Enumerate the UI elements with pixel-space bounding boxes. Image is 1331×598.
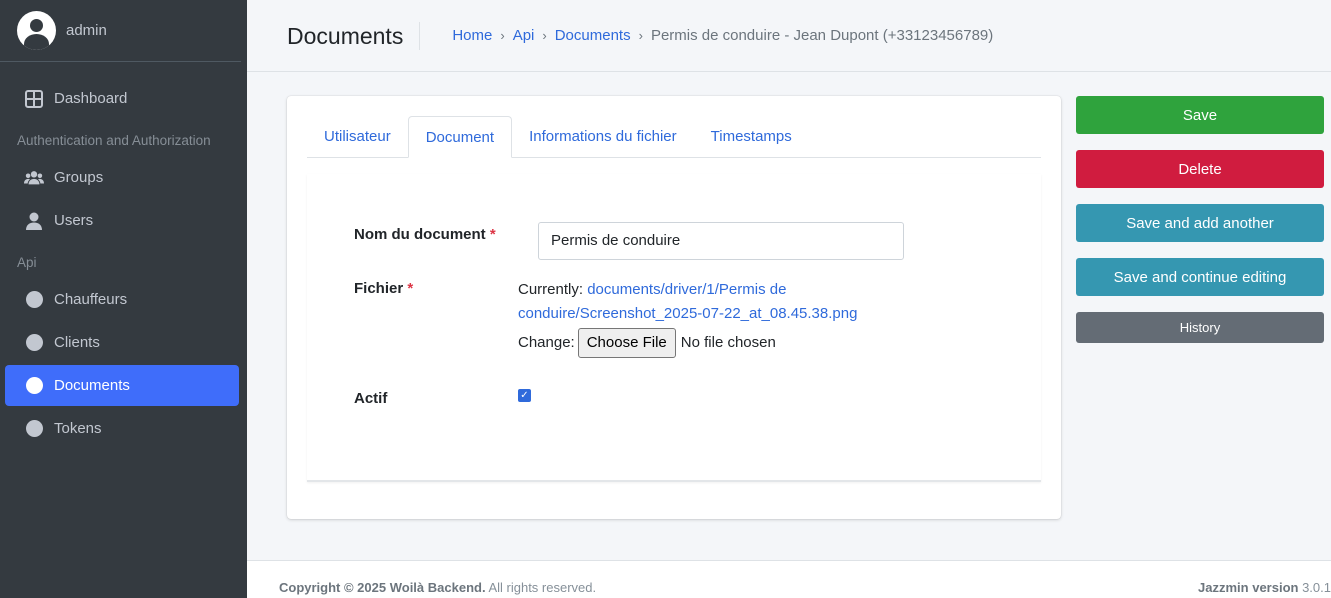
choose-file-button[interactable]: Choose File <box>577 328 676 358</box>
active-checkbox[interactable]: ✓ <box>518 389 531 402</box>
breadcrumb-separator: › <box>500 28 505 43</box>
current-file-link[interactable]: documents/driver/1/Permis de <box>587 281 786 298</box>
user-icon <box>24 211 44 231</box>
sidebar-item-label: Clients <box>54 334 100 351</box>
sidebar-item-groups[interactable]: Groups <box>5 157 239 198</box>
active-field-label: Actif <box>354 390 388 407</box>
circle-icon <box>24 419 44 439</box>
breadcrumb-separator: › <box>638 28 643 43</box>
breadcrumb-api-link[interactable]: Api <box>513 27 535 44</box>
users-group-icon <box>24 168 44 188</box>
circle-icon <box>24 333 44 353</box>
tab-timestamps[interactable]: Timestamps <box>694 116 809 158</box>
circle-icon <box>24 376 44 396</box>
footer-copyright: Copyright © 2025 Woilà Backend. All righ… <box>279 580 597 595</box>
breadcrumb: Home › Api › Documents › Permis de condu… <box>420 27 993 44</box>
sidebar-item-clients[interactable]: Clients <box>5 322 239 363</box>
sidebar-item-tokens[interactable]: Tokens <box>5 408 239 449</box>
save-button[interactable]: Save <box>1076 96 1324 134</box>
footer-version: Jazzmin version 3.0.1 <box>1198 580 1331 595</box>
sidebar-item-label: Tokens <box>54 420 102 437</box>
sidebar-item-label: Groups <box>54 169 104 186</box>
user-name: admin <box>66 22 107 39</box>
nav-header-api: Api <box>17 255 37 270</box>
dashboard-icon <box>24 89 44 109</box>
currently-label: Currently: <box>518 281 584 298</box>
breadcrumb-separator: › <box>542 28 547 43</box>
required-marker: * <box>489 226 496 243</box>
user-panel[interactable]: admin <box>0 0 241 62</box>
save-and-continue-button[interactable]: Save and continue editing <box>1076 258 1324 296</box>
tab-panel-document: Nom du document * Permis de conduire Fic… <box>307 174 1041 482</box>
breadcrumb-current: Permis de conduire - Jean Dupont (+33123… <box>650 27 994 44</box>
user-avatar-icon <box>17 11 56 50</box>
nav-header-auth: Authentication and Authorization <box>17 133 211 148</box>
document-name-input[interactable]: Permis de conduire <box>538 222 904 260</box>
breadcrumb-documents-link[interactable]: Documents <box>555 27 631 44</box>
required-marker: * <box>407 280 414 297</box>
sidebar-item-label: Documents <box>54 377 130 394</box>
no-file-text: No file chosen <box>680 334 776 351</box>
sidebar: admin Dashboard Authentication and Autho… <box>0 0 247 598</box>
history-button[interactable]: History <box>1076 312 1324 343</box>
content-header: Documents Home › Api › Documents › Permi… <box>247 0 1331 72</box>
tab-utilisateur[interactable]: Utilisateur <box>307 116 408 158</box>
sidebar-item-dashboard[interactable]: Dashboard <box>5 78 239 119</box>
file-widget: Currently: documents/driver/1/Permis de … <box>518 278 857 358</box>
tab-bar: Utilisateur Document Informations du fic… <box>307 116 1041 158</box>
delete-button[interactable]: Delete <box>1076 150 1324 188</box>
tab-informations-fichier[interactable]: Informations du fichier <box>512 116 694 158</box>
file-field-label: Fichier * <box>354 280 414 297</box>
sidebar-item-chauffeurs[interactable]: Chauffeurs <box>5 279 239 320</box>
form-card: Utilisateur Document Informations du fic… <box>287 96 1061 519</box>
sidebar-item-users[interactable]: Users <box>5 200 239 241</box>
breadcrumb-home-link[interactable]: Home <box>452 27 492 44</box>
current-file-link[interactable]: conduire/Screenshot_2025-07-22_at_08.45.… <box>518 305 857 322</box>
circle-icon <box>24 290 44 310</box>
page-title: Documents <box>287 21 421 50</box>
sidebar-item-label: Dashboard <box>54 90 128 107</box>
name-field-label: Nom du document * <box>354 226 496 243</box>
save-and-add-another-button[interactable]: Save and add another <box>1076 204 1324 242</box>
sidebar-item-documents[interactable]: Documents <box>5 365 239 406</box>
tab-document[interactable]: Document <box>407 116 513 158</box>
footer: Copyright © 2025 Woilà Backend. All righ… <box>247 560 1331 598</box>
sidebar-item-label: Users <box>54 212 94 229</box>
sidebar-item-label: Chauffeurs <box>54 291 128 308</box>
sidebar-nav: Dashboard <box>0 78 247 119</box>
change-label: Change: <box>518 334 575 351</box>
